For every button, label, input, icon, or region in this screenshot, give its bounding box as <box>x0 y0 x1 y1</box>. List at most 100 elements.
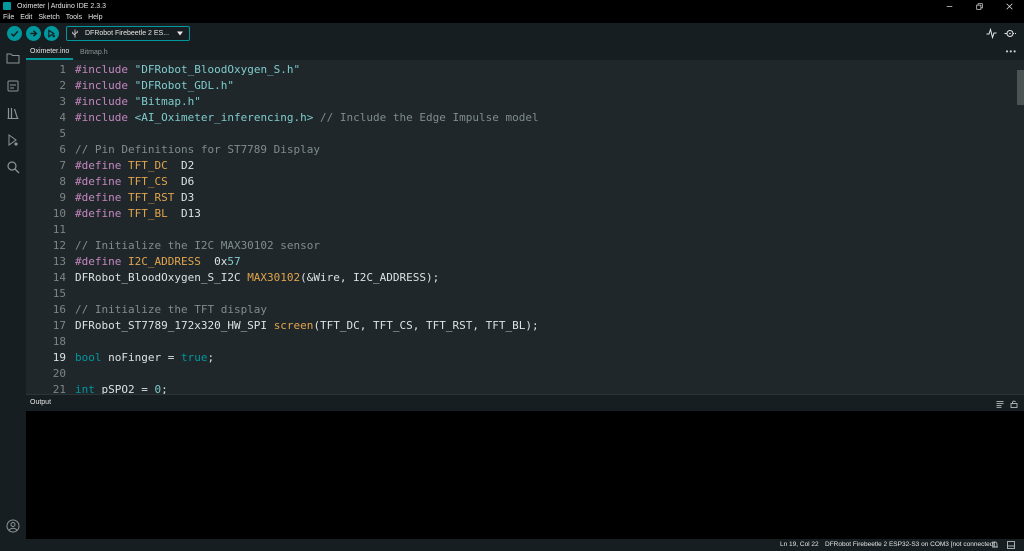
window-title: Oximeter | Arduino IDE 2.3.3 <box>17 2 106 10</box>
code-line[interactable]: #include <AI_Oximeter_inferencing.h> // … <box>75 110 539 126</box>
code-line[interactable]: #include "DFRobot_GDL.h" <box>75 78 539 94</box>
account-icon[interactable] <box>6 519 20 533</box>
code-line[interactable]: #define TFT_RST D3 <box>75 190 539 206</box>
line-number: 17 <box>52 319 66 332</box>
code-token: #include <box>75 111 135 124</box>
line-number: 6 <box>59 143 66 156</box>
sketchbook-folder-icon[interactable] <box>6 51 20 65</box>
code-line[interactable] <box>75 222 539 238</box>
code-line[interactable]: #include "DFRobot_BloodOxygen_S.h" <box>75 62 539 78</box>
code-token: D6 <box>167 175 195 188</box>
upload-button[interactable] <box>26 26 41 41</box>
close-panel-icon[interactable] <box>1007 541 1015 549</box>
line-number: 21 <box>52 383 66 394</box>
serial-plotter-icon[interactable] <box>986 28 997 39</box>
editor-scrollbar[interactable] <box>1017 70 1024 105</box>
code-token: int <box>75 383 95 394</box>
more-options-icon[interactable]: ••• <box>1006 48 1017 56</box>
minimize-button[interactable] <box>934 0 964 12</box>
library-manager-icon[interactable] <box>6 106 20 120</box>
code-token: #define <box>75 191 128 204</box>
code-token: #include <box>75 63 135 76</box>
line-number: 20 <box>52 367 66 380</box>
code-line[interactable] <box>75 366 539 382</box>
code-line[interactable]: // Pin Definitions for ST7789 Display <box>75 142 539 158</box>
menu-edit[interactable]: Edit <box>20 14 32 21</box>
cursor-position: Ln 19, Col 22 <box>780 541 819 548</box>
close-window-button[interactable] <box>994 0 1024 12</box>
title-bar: Oximeter | Arduino IDE 2.3.3 <box>0 0 1024 12</box>
board-selector[interactable]: DFRobot Firebeetle 2 ES... <box>66 26 190 41</box>
verify-button[interactable] <box>7 26 22 41</box>
line-number-gutter: 1 2 3 4 5 6 7 8 9 10 11 12 13 14 15 16 17 18 19 20 21 <box>26 62 66 394</box>
code-token: TFT_DC <box>127 159 168 172</box>
code-line[interactable] <box>75 286 539 302</box>
line-number: 4 <box>59 111 66 124</box>
chevron-down-icon <box>177 31 183 36</box>
debug-button[interactable] <box>44 26 59 41</box>
code-token: #define <box>75 159 128 172</box>
minimize-icon <box>946 5 952 7</box>
code-token: // Pin Definitions for ST7789 Display <box>75 143 321 156</box>
code-token: screen <box>273 319 314 332</box>
debug-icon <box>48 29 56 38</box>
code-line[interactable]: #define TFT_DC D2 <box>75 158 539 174</box>
code-token: // Include the Edge Impulse model <box>313 111 539 124</box>
lock-scroll-icon[interactable] <box>1010 400 1018 408</box>
window-controls <box>934 0 1024 12</box>
code-line[interactable]: #define TFT_BL D13 <box>75 206 539 222</box>
code-editor[interactable]: 1 2 3 4 5 6 7 8 9 10 11 12 13 14 15 16 17 18 19 20 21 #inclu… <box>26 60 1024 394</box>
code-token: "Bitmap.h" <box>134 95 201 108</box>
code-line[interactable]: bool noFinger = true; <box>75 350 539 366</box>
code-token: #define <box>75 175 128 188</box>
code-token: D3 <box>174 191 195 204</box>
code-token: noFinger = <box>101 351 181 364</box>
code-token: I2C_ADDRESS <box>127 255 201 268</box>
code-line[interactable]: DFRobot_BloodOxygen_S_I2C MAX30102(&Wire… <box>75 270 539 286</box>
search-icon[interactable] <box>6 160 20 174</box>
serial-monitor-icon[interactable] <box>1004 28 1017 39</box>
line-number: 19 <box>52 351 66 364</box>
notification-icon[interactable] <box>991 541 999 549</box>
code-token: #include <box>75 79 135 92</box>
board-port-status[interactable]: DFRobot Firebeetle 2 ESP32-S3 on COM3 [n… <box>825 541 995 548</box>
menu-sketch[interactable]: Sketch <box>38 14 59 21</box>
usb-icon <box>72 29 78 38</box>
code-token: 57 <box>227 255 241 268</box>
restore-button[interactable] <box>964 0 994 12</box>
line-number: 5 <box>59 127 66 140</box>
menu-file[interactable]: File <box>3 14 14 21</box>
code-line[interactable]: #define TFT_CS D6 <box>75 174 539 190</box>
code-line[interactable] <box>75 126 539 142</box>
code-token: 0x <box>200 255 228 268</box>
code-token: D13 <box>167 207 201 220</box>
line-number: 8 <box>59 175 66 188</box>
arduino-ide-window: Oximeter | Arduino IDE 2.3.3 File Edit S… <box>0 0 1024 551</box>
menu-tools[interactable]: Tools <box>66 14 82 21</box>
code-lines[interactable]: #include "DFRobot_BloodOxygen_S.h" #inclu… <box>75 62 539 394</box>
menu-help[interactable]: Help <box>88 14 102 21</box>
clear-output-icon[interactable] <box>996 400 1004 408</box>
code-line[interactable]: int pSPO2 = 0; <box>75 382 539 394</box>
tab-oximeter-ino[interactable]: Oximeter.ino <box>26 44 74 60</box>
line-number: 18 <box>52 335 66 348</box>
line-number: 1 <box>59 63 66 76</box>
boards-manager-icon[interactable] <box>6 79 20 93</box>
code-token: MAX30102 <box>247 271 301 284</box>
output-console[interactable] <box>26 411 1024 539</box>
code-line[interactable] <box>75 334 539 350</box>
tab-bitmap-h[interactable]: Bitmap.h <box>76 44 112 60</box>
line-number: 9 <box>59 191 66 204</box>
code-token: true <box>180 351 208 364</box>
debug-panel-icon[interactable] <box>6 133 20 147</box>
code-line[interactable]: DFRobot_ST7789_172x320_HW_SPI screen(TFT… <box>75 318 539 334</box>
code-token: bool <box>75 351 102 364</box>
code-token: "DFRobot_BloodOxygen_S.h" <box>134 63 301 76</box>
code-line[interactable]: // Initialize the I2C MAX30102 sensor <box>75 238 539 254</box>
code-line[interactable]: #define I2C_ADDRESS 0x57 <box>75 254 539 270</box>
code-line[interactable]: #include "Bitmap.h" <box>75 94 539 110</box>
toolbar: DFRobot Firebeetle 2 ES... <box>0 23 1024 44</box>
line-number: 16 <box>52 303 66 316</box>
code-token: TFT_RST <box>127 191 175 204</box>
code-line[interactable]: // Initialize the TFT display <box>75 302 539 318</box>
